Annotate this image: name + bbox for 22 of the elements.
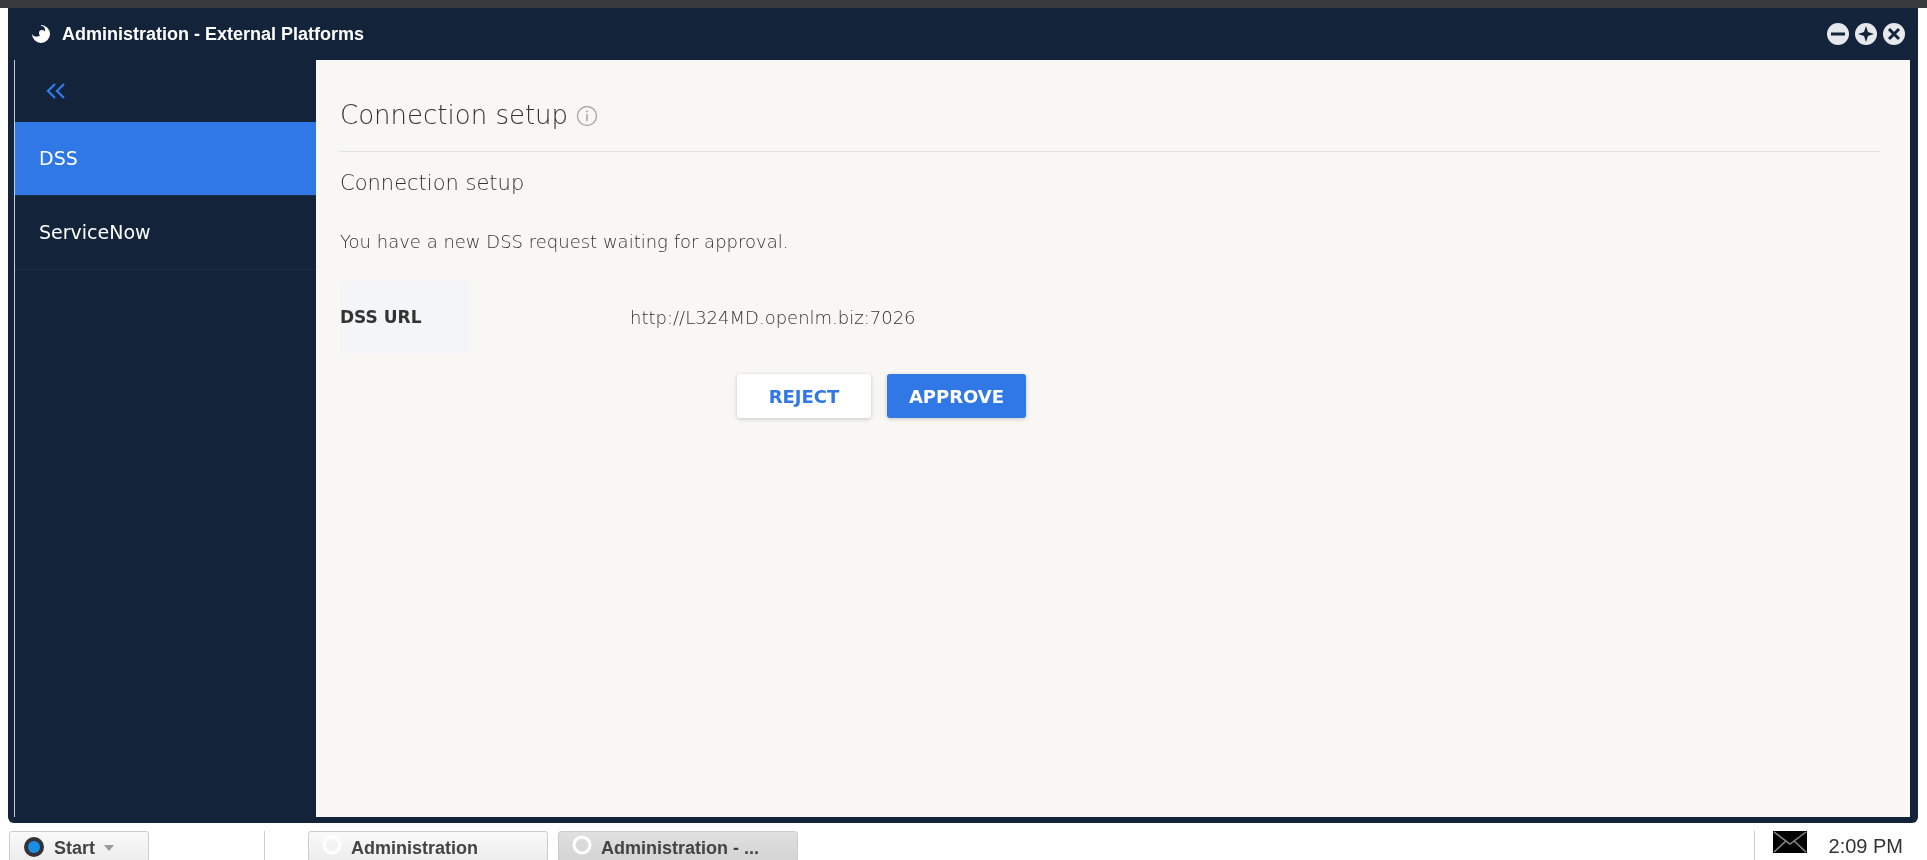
close-icon[interactable]	[1882, 22, 1906, 46]
message-text: You have a new DSS request waiting for approval.	[340, 229, 790, 254]
sidebar-item[interactable]: DSS	[15, 122, 316, 196]
caret-icon	[103, 843, 115, 853]
field-value: http://L324MD.openlm.biz:7026	[629, 305, 916, 330]
start-button[interactable]: Start	[9, 831, 149, 860]
section-title: Connection setup	[340, 170, 526, 197]
reject-button[interactable]: REJECT	[737, 374, 871, 418]
clock-time: 2:09 PM	[1828, 834, 1903, 859]
taskbar-item[interactable]: Administration	[308, 831, 548, 860]
maximize-icon[interactable]	[1854, 22, 1878, 46]
app-logo-icon	[30, 24, 52, 44]
minimize-icon[interactable]	[1826, 22, 1850, 46]
field-label: DSS URL	[340, 280, 470, 354]
taskbar-item[interactable]: Administration - ...	[558, 831, 798, 860]
page-title: Connection setup	[340, 99, 569, 132]
collapse-icon[interactable]	[45, 82, 67, 100]
window-title: Administration - External Platforms	[62, 22, 365, 46]
mail-icon[interactable]	[1772, 831, 1807, 853]
start-logo-icon	[22, 835, 46, 857]
app-logo-icon	[571, 835, 593, 855]
approve-button[interactable]: APPROVE	[887, 374, 1026, 418]
